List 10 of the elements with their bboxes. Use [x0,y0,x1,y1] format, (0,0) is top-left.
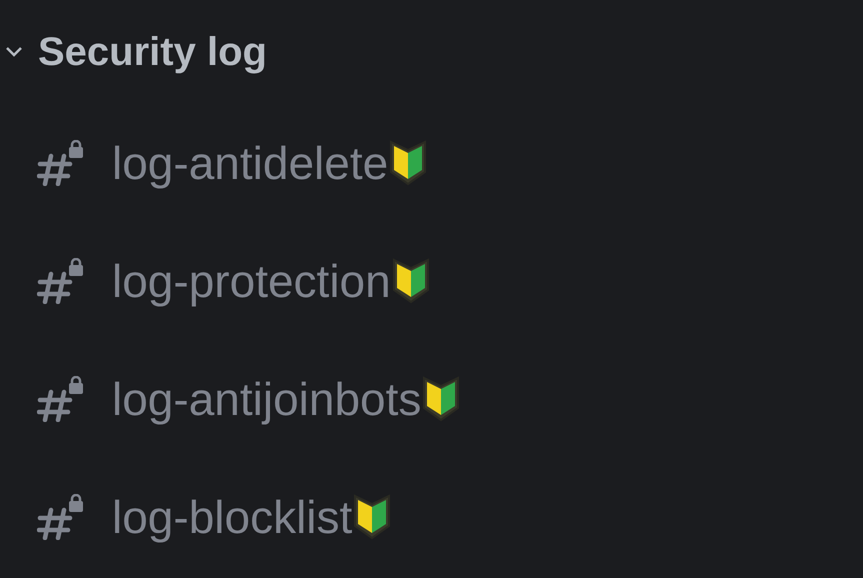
category-title[interactable]: Security log [38,22,267,82]
beginner-badge-icon [390,257,431,305]
beginner-badge-icon [388,139,428,187]
channel-name[interactable]: log-antidelete [112,128,388,198]
beginner-badge-icon [421,375,462,423]
channel-name[interactable]: log-protection [112,246,391,316]
chevron-icon[interactable] [4,45,24,59]
beginner-badge-icon [352,493,392,541]
channel-name[interactable]: log-antijoinbots [112,364,422,434]
channel-name[interactable]: log-blocklist [112,482,352,552]
